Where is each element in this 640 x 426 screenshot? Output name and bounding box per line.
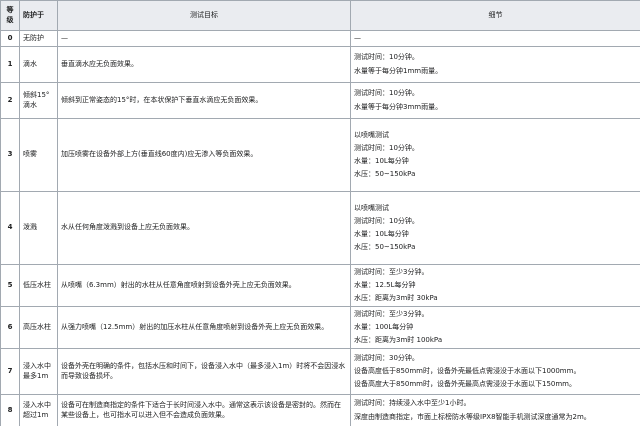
row-protect: 低压水柱 — [19, 264, 58, 307]
detail-line: 水量：10L每分钟 — [354, 157, 409, 165]
table-row: 4 泼溅 水从任何角度泼溅到设备上应无负面效果。 以喷嘴测试 测试时间：10分钟… — [0, 191, 640, 265]
row-detail: 测试时间：10分钟。 水量等于每分钟3mm雨量。 — [350, 82, 640, 119]
row-level: 3 — [0, 118, 20, 192]
detail-line: 水量：12.5L每分钟 — [354, 280, 416, 289]
table-row: 3 喷雾 加压喷雾在设备外部上方(垂直线60度内)应无渗入等负面效果。 以喷嘴测… — [0, 118, 640, 192]
table-row: 2 倾斜15° 滴水 倾斜到正常姿态的15°时，在本状保护下垂直水滴应无负面效果… — [0, 82, 640, 119]
header-detail[interactable]: 细节 — [350, 0, 640, 31]
detail-line: 水压：距离为3m时 100kPa — [354, 336, 443, 345]
row-target: 加压喷雾在设备外部上方(垂直线60度内)应无渗入等负面效果。 — [57, 118, 351, 192]
row-protect: 喷雾 — [19, 118, 58, 192]
row-detail: 测试时间：30分钟。 设备高度低于850mm时，设备外壳最低点需浸没于水面以下1… — [350, 348, 640, 395]
detail-line: 测试时间：10分钟。 — [354, 216, 419, 225]
row-level: 7 — [0, 348, 20, 395]
row-detail: — — [350, 30, 640, 47]
detail-line: 水量：10L每分钟 — [354, 230, 409, 238]
detail-line: 测试时间：10分钟。 — [354, 89, 419, 98]
detail-line: 以喷嘴测试 — [354, 130, 389, 139]
table-row: 8 浸入水中 超过1m 设备可在制造商指定的条件下适合于长时间浸入水中。通常这表… — [0, 394, 640, 426]
row-level: 8 — [0, 394, 20, 426]
detail-line: 测试时间：持续浸入水中至少1小时。 — [354, 399, 471, 408]
row-protect: 无防护 — [19, 30, 58, 47]
detail-line: 水压：50~150kPa — [354, 170, 416, 179]
detail-line: 以喷嘴测试 — [354, 203, 389, 212]
header-protect[interactable]: 防护于 — [19, 0, 58, 31]
row-protect: 浸入水中 超过1m — [19, 394, 58, 426]
table-row: 1 滴水 垂直滴水应无负面效果。 测试时间：10分钟。 水量等于每分钟1mm雨量… — [0, 46, 640, 83]
row-level: 0 — [0, 30, 20, 47]
detail-line: 设备高度大于850mm时，设备外壳最高点需浸没于水面以下150mm。 — [354, 380, 576, 389]
table-row: 7 浸入水中 最多1m 设备外壳在明确的条件，包括水压和时间下，设备浸入水中（最… — [0, 348, 640, 395]
table-row: 5 低压水柱 从喷嘴（6.3mm）射出的水柱从任意角度喷射到设备外壳上应无负面效… — [0, 264, 640, 307]
row-detail: 测试时间：至少3分钟。 水量：100L每分钟 水压：距离为3m时 100kPa — [350, 306, 640, 349]
ip-rating-table: 等级 防护于 测试目标 细节 0 无防护 — — 1 滴水 垂直滴水应无负面效果… — [0, 0, 640, 426]
detail-line: 测试时间：10分钟。 — [354, 143, 419, 152]
row-detail: 测试时间：10分钟。 水量等于每分钟1mm雨量。 — [350, 46, 640, 83]
header-target[interactable]: 测试目标 — [57, 0, 351, 31]
row-protect: 滴水 — [19, 46, 58, 83]
row-detail: 以喷嘴测试 测试时间：10分钟。 水量：10L每分钟 水压：50~150kPa — [350, 118, 640, 192]
row-level: 4 — [0, 191, 20, 265]
detail-line: 测试时间：至少3分钟。 — [354, 267, 429, 276]
row-protect: 泼溅 — [19, 191, 58, 265]
detail-line: — — [354, 33, 361, 42]
detail-line: 设备高度低于850mm时，设备外壳最低点需浸没于水面以下1000mm。 — [354, 366, 581, 375]
row-target: 从喷嘴（6.3mm）射出的水柱从任意角度喷射到设备外壳上应无负面效果。 — [57, 264, 351, 307]
row-target: 设备外壳在明确的条件，包括水压和时间下，设备浸入水中（最多浸入1m）时将不会因浸… — [57, 348, 351, 395]
row-target: 从强力喷嘴（12.5mm）射出的加压水柱从任意角度喷射到设备外壳上应无负面效果。 — [57, 306, 351, 349]
detail-line: 水量等于每分钟3mm雨量。 — [354, 102, 443, 111]
detail-line: 水量等于每分钟1mm雨量。 — [354, 66, 443, 75]
row-level: 6 — [0, 306, 20, 349]
row-protect: 浸入水中 最多1m — [19, 348, 58, 395]
row-level: 1 — [0, 46, 20, 83]
table-row: 6 高压水柱 从强力喷嘴（12.5mm）射出的加压水柱从任意角度喷射到设备外壳上… — [0, 306, 640, 349]
row-level: 2 — [0, 82, 20, 119]
detail-line: 水压：距离为3m时 30kPa — [354, 294, 438, 303]
row-protect: 高压水柱 — [19, 306, 58, 349]
row-detail: 测试时间：至少3分钟。 水量：12.5L每分钟 水压：距离为3m时 30kPa — [350, 264, 640, 307]
table-header-row: 等级 防护于 测试目标 细节 — [0, 0, 640, 31]
detail-line: 水压：50~150kPa — [354, 243, 416, 252]
row-detail: 以喷嘴测试 测试时间：10分钟。 水量：10L每分钟 水压：50~150kPa — [350, 191, 640, 265]
row-detail: 测试时间：持续浸入水中至少1小时。 深度由制造商指定，市面上标榜防水等级IPX8… — [350, 394, 640, 426]
header-level[interactable]: 等级 — [0, 0, 20, 31]
row-target: — — [57, 30, 351, 47]
row-protect: 倾斜15° 滴水 — [19, 82, 58, 119]
row-target: 水从任何角度泼溅到设备上应无负面效果。 — [57, 191, 351, 265]
row-level: 5 — [0, 264, 20, 307]
table-row: 0 无防护 — — — [0, 30, 640, 47]
row-target: 垂直滴水应无负面效果。 — [57, 46, 351, 83]
row-target: 倾斜到正常姿态的15°时，在本状保护下垂直水滴应无负面效果。 — [57, 82, 351, 119]
row-target: 设备可在制造商指定的条件下适合于长时间浸入水中。通常这表示该设备是密封的。然而在… — [57, 394, 351, 426]
detail-line: 水量：100L每分钟 — [354, 322, 414, 331]
detail-line: 测试时间：至少3分钟。 — [354, 309, 429, 318]
detail-line: 测试时间：30分钟。 — [354, 353, 419, 362]
detail-line: 测试时间：10分钟。 — [354, 53, 419, 62]
detail-line: 深度由制造商指定，市面上标榜防水等级IPX8智能手机测试深度通常为2m。 — [354, 412, 591, 421]
